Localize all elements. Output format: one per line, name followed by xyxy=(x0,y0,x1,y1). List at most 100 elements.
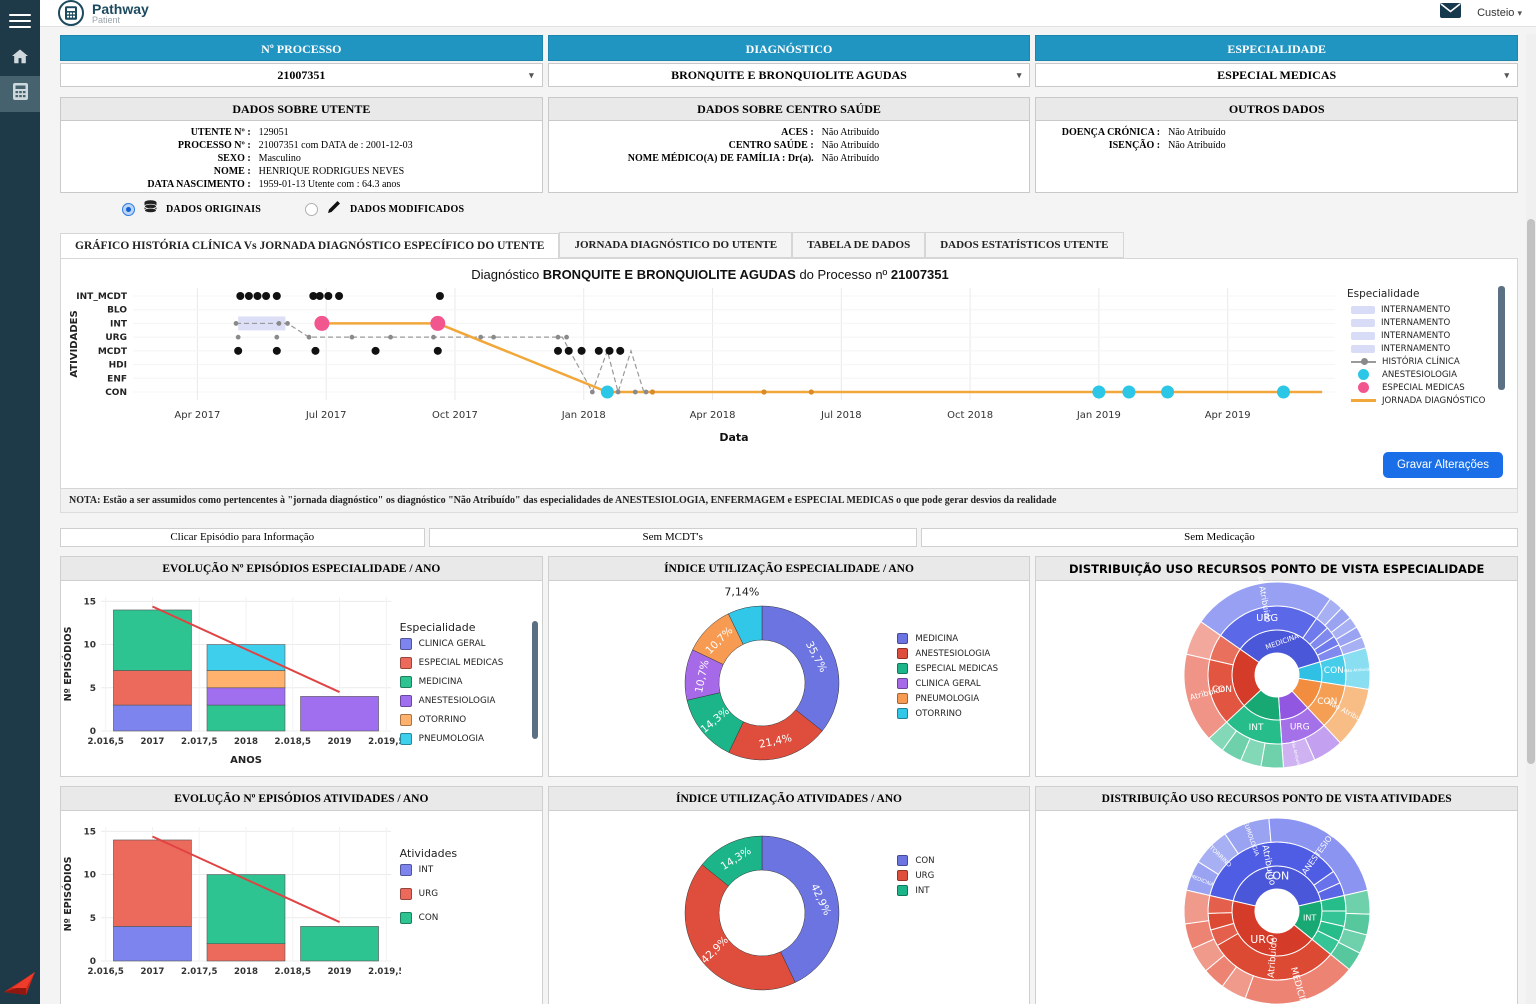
legend-label: URG xyxy=(915,871,934,881)
tab-tabela-dados[interactable]: TABELA DE DADOS xyxy=(792,232,925,258)
field-value: Não Atribuído xyxy=(1168,139,1507,152)
pencil-icon xyxy=(327,200,341,219)
radio-dados-originais[interactable] xyxy=(122,203,135,216)
panel-outros-dados: OUTROS DADOS DOENÇA CRÓNICA :Não Atribuí… xyxy=(1035,97,1518,193)
legend-label: MEDICINA xyxy=(915,634,958,644)
svg-text:2.018,5: 2.018,5 xyxy=(275,737,311,747)
page-scrollbar-thumb[interactable] xyxy=(1527,219,1535,764)
panel-title: OUTROS DADOS xyxy=(1036,98,1517,121)
field-label: PROCESSO Nº : xyxy=(61,139,259,152)
radio-dados-modificados[interactable] xyxy=(305,203,318,216)
field-value: 129051 xyxy=(259,126,532,139)
filter-row: Nº PROCESSO 21007351▾ DIAGNÓSTICO BRONQU… xyxy=(60,35,1518,87)
user-menu[interactable]: Custeio ▾ xyxy=(1477,7,1522,19)
home-icon xyxy=(11,48,29,69)
sidebar-item-home[interactable] xyxy=(0,40,40,76)
swatch xyxy=(400,676,412,688)
panel-evolucao-atividades: EVOLUÇÃO Nº EPISÓDIOS ATIVIDADES / ANO 0… xyxy=(60,786,543,1004)
brand-name: Pathway xyxy=(92,2,149,16)
legend-scrollbar[interactable] xyxy=(1498,286,1505,390)
charts-row-atividades: EVOLUÇÃO Nº EPISÓDIOS ATIVIDADES / ANO 0… xyxy=(60,786,1518,1004)
mail-icon[interactable] xyxy=(1440,3,1461,23)
svg-text:2.016,5: 2.016,5 xyxy=(87,737,123,747)
data-mode-row: DADOS ORIGINAIS DADOS MODIFICADOS xyxy=(122,200,1518,218)
bar-chart-atividades[interactable]: 0510152.016,520172.017,520182.018,520192… xyxy=(61,811,401,1004)
swatch xyxy=(400,888,412,900)
svg-text:INT: INT xyxy=(110,319,128,329)
legend-scrollbar[interactable] xyxy=(532,621,538,739)
menu-icon[interactable] xyxy=(9,10,31,32)
sunburst-chart-atividades[interactable]: CONINTURGNão AtribuídoNão AtribuídoMEDIC… xyxy=(1179,813,1375,1004)
field-value: HENRIQUE RODRIGUES NEVES xyxy=(259,165,532,178)
clinical-timeline-chart[interactable]: Apr 2017Jul 2017Oct 2017Jan 2018Apr 2018… xyxy=(65,282,1347,448)
svg-text:2019: 2019 xyxy=(328,737,352,747)
svg-text:15: 15 xyxy=(83,827,96,837)
chevron-down-icon: ▾ xyxy=(529,64,534,86)
tab-grafico-historia[interactable]: GRÁFICO HISTÓRIA CLÍNICA Vs JORNADA DIAG… xyxy=(60,233,559,259)
svg-text:2018: 2018 xyxy=(234,967,258,977)
legend-label: CON xyxy=(419,913,439,923)
sidebar-item-calculator[interactable] xyxy=(0,76,40,112)
legend-label: ESPECIAL MEDICAS xyxy=(1382,383,1465,393)
bar-chart-especialidade[interactable]: 0510152.016,520172.017,520182.018,520192… xyxy=(61,581,401,777)
brand: Pathway Patient xyxy=(58,0,149,26)
processo-select[interactable]: 21007351▾ xyxy=(60,63,543,87)
svg-text:Jan 2018: Jan 2018 xyxy=(561,410,606,421)
svg-text:CON: CON xyxy=(1323,666,1343,676)
episode-info-button[interactable]: Clicar Episódio para Informação xyxy=(60,528,425,547)
diagnostico-select[interactable]: BRONQUITE E BRONQUIOLITE AGUDAS▾ xyxy=(548,63,1031,87)
svg-text:Nº EPISÓDIOS: Nº EPISÓDIOS xyxy=(62,856,74,931)
field-value: Não Atribuído xyxy=(1168,126,1507,139)
legend-label: INTERNAMENTO xyxy=(1381,318,1450,328)
swatch xyxy=(400,657,412,669)
panel-title: EVOLUÇÃO Nº EPISÓDIOS ATIVIDADES / ANO xyxy=(61,787,542,811)
svg-text:10: 10 xyxy=(83,871,96,881)
info-row: DADOS SOBRE UTENTE UTENTE Nº :129051 PRO… xyxy=(60,97,1518,193)
svg-text:INT: INT xyxy=(1303,914,1316,923)
swatch xyxy=(897,648,908,659)
tab-dados-estatisticos[interactable]: DADOS ESTATÍSTICOS UTENTE xyxy=(925,232,1123,258)
brand-subtitle: Patient xyxy=(92,16,149,25)
svg-text:Apr 2019: Apr 2019 xyxy=(1205,410,1251,421)
svg-text:5: 5 xyxy=(90,914,96,924)
field-value: Masculino xyxy=(259,152,532,165)
save-button[interactable]: Gravar Alterações xyxy=(1383,452,1503,478)
legend-label: ESPECIAL MEDICAS xyxy=(419,658,504,668)
sunburst-chart-especialidade[interactable]: MEDICINAURGCONCONURGINTCONNão AtribuídoN… xyxy=(1179,577,1375,773)
svg-text:2.017,5: 2.017,5 xyxy=(181,967,217,977)
donut-chart-atividades[interactable]: 42,9%42,9%14,3% xyxy=(665,811,861,1004)
legend-label: OTORRINO xyxy=(915,709,961,719)
svg-text:5: 5 xyxy=(90,684,96,694)
swatch xyxy=(400,638,412,650)
legend-label: JORNADA DIAGNÓSTICO xyxy=(1382,396,1485,406)
panel-indice-especialidade: ÍNDICE UTILIZAÇÃO ESPECIALIDADE / ANO 35… xyxy=(548,556,1031,777)
panel-title: EVOLUÇÃO Nº EPISÓDIOS ESPECIALIDADE / AN… xyxy=(61,557,542,581)
svg-text:2.018,5: 2.018,5 xyxy=(275,967,311,977)
tab-jornada-diagnostico[interactable]: JORNADA DIAGNÓSTICO DO UTENTE xyxy=(559,232,792,258)
content: Nº PROCESSO 21007351▾ DIAGNÓSTICO BRONQU… xyxy=(40,27,1536,1004)
field-label: CENTRO SAÚDE : xyxy=(549,139,822,152)
internamento-swatch xyxy=(1351,306,1375,314)
legend-label: CLINICA GERAL xyxy=(915,679,980,689)
especialidade-header: ESPECIALIDADE xyxy=(1035,35,1518,61)
swatch xyxy=(897,708,908,719)
especialidade-select[interactable]: ESPECIAL MEDICAS▾ xyxy=(1035,63,1518,87)
donut-chart-especialidade[interactable]: 35,7%21,4%14,3%10,7%10,7%7,14% xyxy=(665,581,861,777)
svg-text:Apr 2017: Apr 2017 xyxy=(174,410,220,421)
app-logo-icon xyxy=(2,967,38,1002)
legend-label: HISTÓRIA CLÍNICA xyxy=(1382,357,1460,367)
svg-text:ATIVIDADES: ATIVIDADES xyxy=(69,310,80,377)
svg-text:ANOS: ANOS xyxy=(230,755,262,766)
panel-distribuicao-especialidade: DISTRIBUIÇÃO USO RECURSOS PONTO DE VISTA… xyxy=(1035,556,1518,777)
internamento-swatch xyxy=(1351,345,1375,353)
charts-row-especialidade: EVOLUÇÃO Nº EPISÓDIOS ESPECIALIDADE / AN… xyxy=(60,556,1518,777)
main-chart-panel: Diagnóstico BRONQUITE E BRONQUIOLITE AGU… xyxy=(60,258,1518,489)
svg-text:10: 10 xyxy=(83,641,96,651)
panel-title: DADOS SOBRE UTENTE xyxy=(61,98,542,121)
sem-mcdts-button[interactable]: Sem MCDT's xyxy=(429,528,917,547)
swatch xyxy=(897,855,908,866)
legend-title: Especialidade xyxy=(400,621,532,634)
page-scrollbar[interactable] xyxy=(1526,34,1536,1004)
sem-medicacao-button[interactable]: Sem Medicação xyxy=(921,528,1518,547)
panel-title: ÍNDICE UTILIZAÇÃO ESPECIALIDADE / ANO xyxy=(549,557,1030,581)
